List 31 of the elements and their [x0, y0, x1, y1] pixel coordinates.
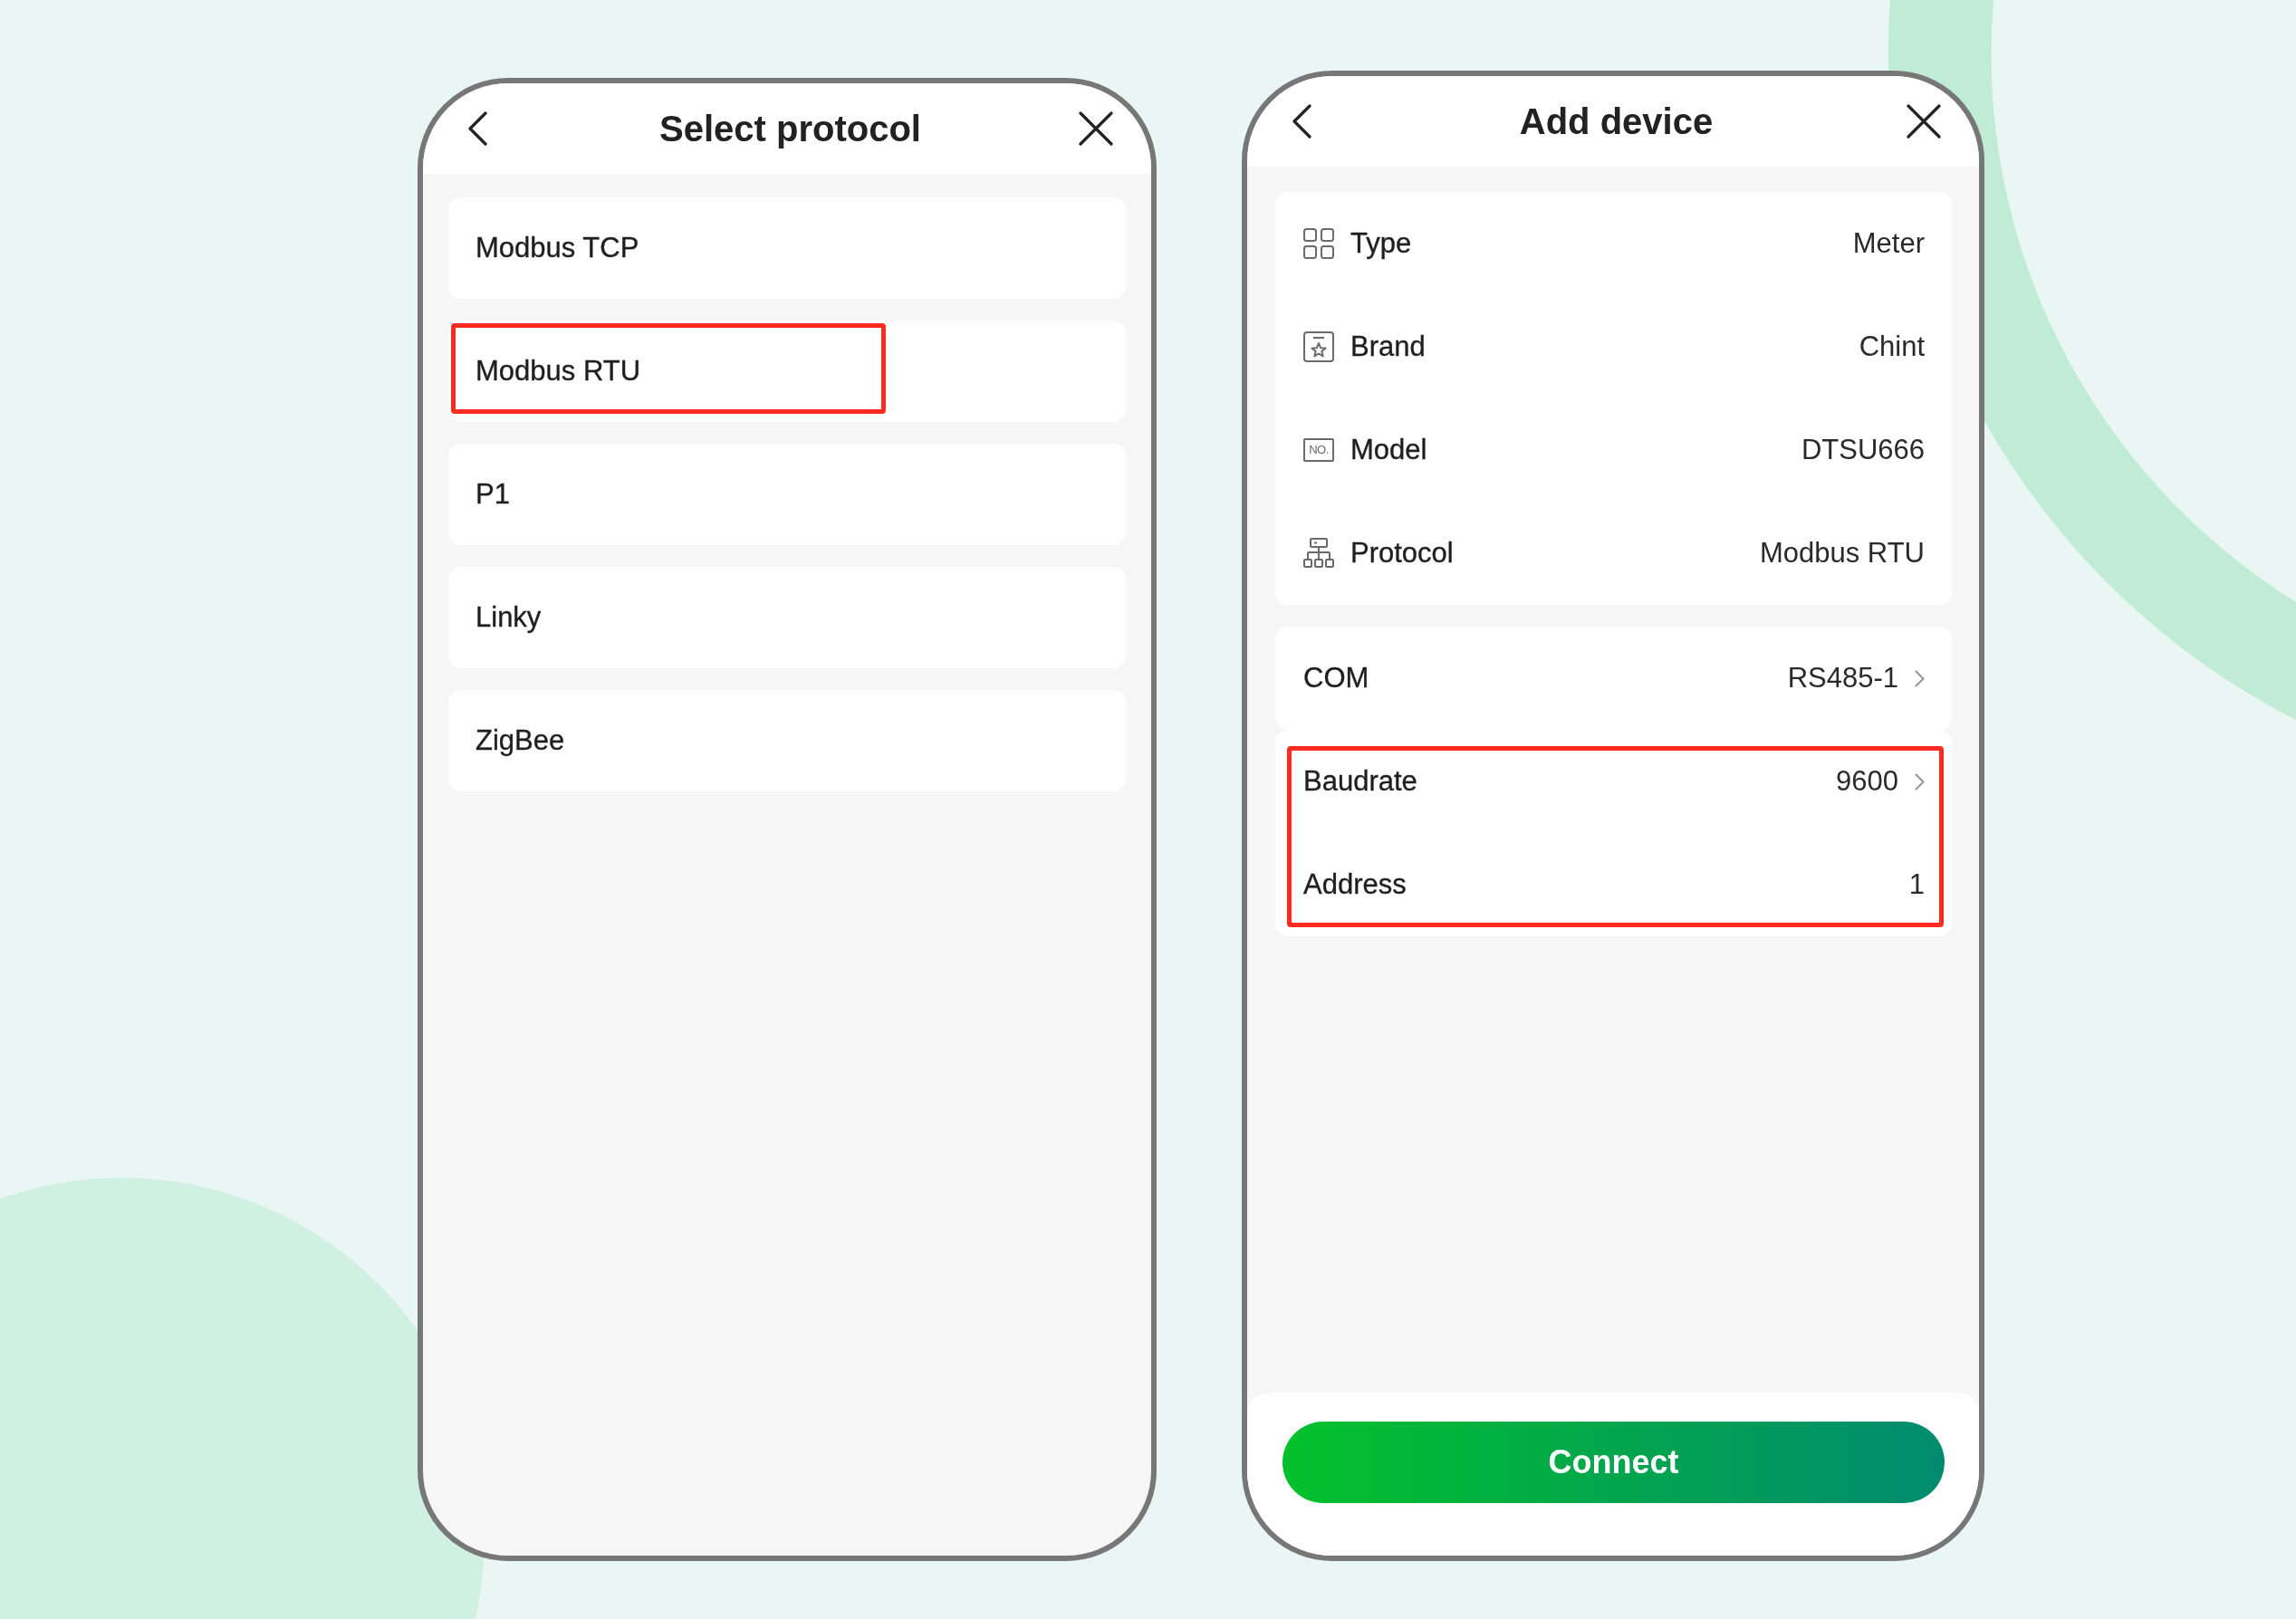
- protocol-option[interactable]: ZigBee: [448, 690, 1126, 791]
- protocol-option[interactable]: Linky: [448, 567, 1126, 668]
- field-label: Protocol: [1350, 537, 1454, 570]
- chevron-right-icon[interactable]: [1915, 669, 1925, 687]
- field-label: Brand: [1350, 331, 1426, 363]
- field-value: Modbus RTU: [1759, 537, 1925, 570]
- protocol-option[interactable]: Modbus TCP: [448, 197, 1126, 299]
- star-badge-icon: [1303, 331, 1334, 362]
- field-value: Meter: [1852, 227, 1925, 260]
- field-label: Address: [1303, 868, 1407, 901]
- protocol-option[interactable]: Modbus RTU: [448, 321, 1126, 422]
- field-value[interactable]: 1: [1908, 868, 1925, 901]
- number-tag-icon: NO.: [1303, 438, 1334, 462]
- field-label: Type: [1350, 227, 1412, 260]
- field-value[interactable]: 9600: [1836, 765, 1898, 798]
- field-label: Model: [1350, 434, 1427, 466]
- screen-title: Add device: [1519, 101, 1714, 142]
- back-icon[interactable]: [467, 111, 487, 146]
- chevron-right-icon[interactable]: [1915, 772, 1925, 790]
- field-label: COM: [1303, 662, 1369, 695]
- field-value: Chint: [1859, 331, 1925, 363]
- protocol-option[interactable]: P1: [448, 444, 1126, 545]
- field-value[interactable]: RS485-1: [1787, 662, 1898, 695]
- field-value: DTSU666: [1801, 434, 1925, 466]
- grid-icon: [1303, 228, 1334, 259]
- back-icon[interactable]: [1292, 104, 1311, 139]
- network-icon: [1303, 538, 1334, 569]
- close-icon[interactable]: [1079, 111, 1113, 146]
- screen-title: Select protocol: [659, 108, 921, 149]
- close-icon[interactable]: [1907, 104, 1941, 139]
- field-label: Baudrate: [1303, 765, 1417, 798]
